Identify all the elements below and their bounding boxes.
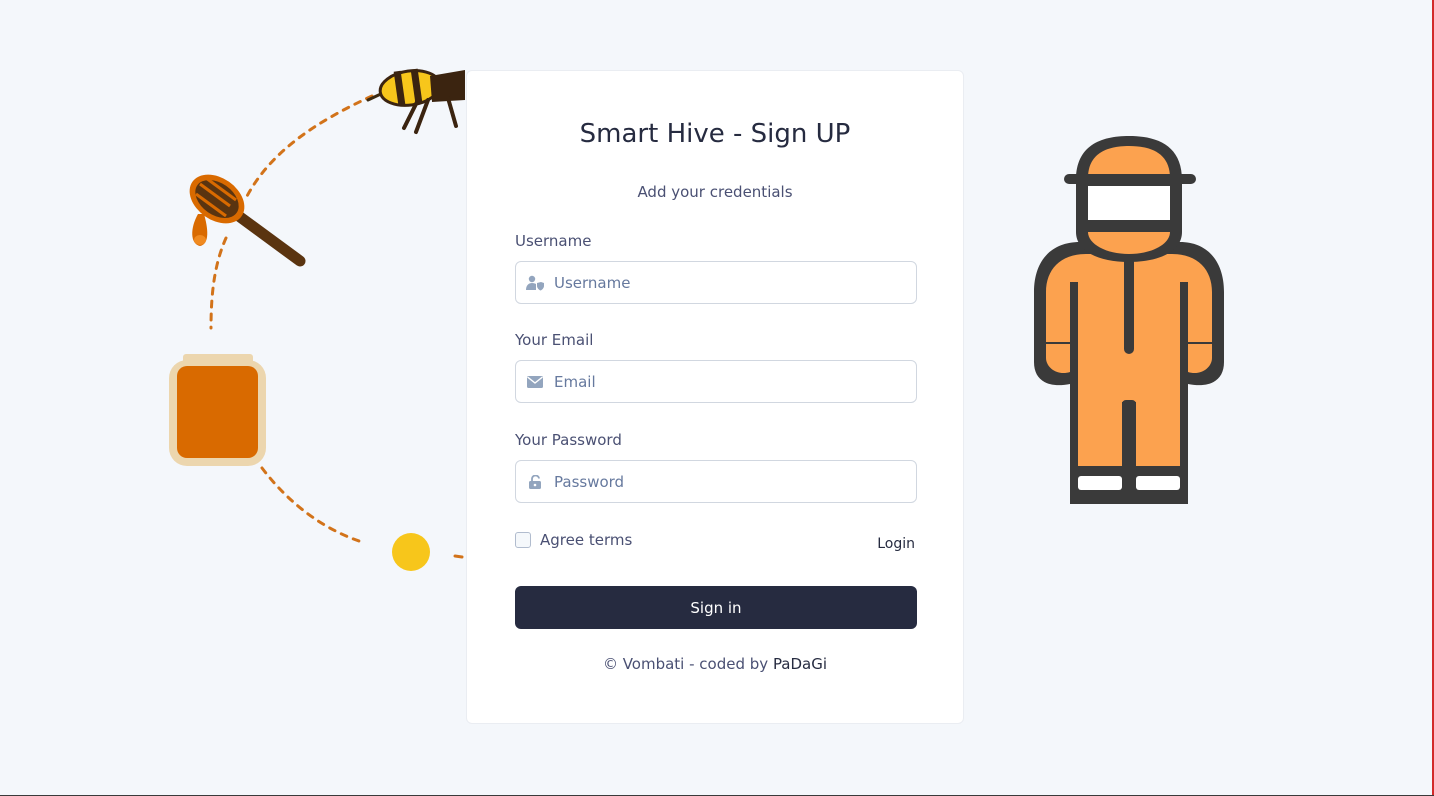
email-label: Your Email (515, 331, 594, 349)
honey-jar-icon (169, 354, 266, 466)
signup-card: Smart Hive - Sign UP Add your credential… (466, 70, 964, 724)
login-link[interactable]: Login (877, 536, 915, 552)
page-subtitle: Add your credentials (637, 183, 793, 201)
email-input[interactable] (554, 361, 916, 402)
agree-terms-label[interactable]: Agree terms (540, 531, 632, 549)
email-field[interactable] (515, 360, 917, 403)
username-label: Username (515, 232, 592, 250)
footer-author-link[interactable]: PaDaGi (773, 655, 827, 673)
envelope-icon (516, 375, 554, 388)
password-label: Your Password (515, 431, 622, 449)
beekeeper-icon (1034, 136, 1224, 504)
page-title: Smart Hive - Sign UP (579, 119, 851, 149)
user-shield-icon (516, 275, 554, 291)
agree-terms-row: Agree terms (515, 531, 632, 549)
username-input[interactable] (554, 262, 916, 303)
footer-credit: © Vombati - coded by PaDaGi (467, 655, 963, 673)
password-input[interactable] (554, 461, 916, 502)
password-field[interactable] (515, 460, 917, 503)
pollen-dot (392, 533, 430, 571)
unlock-icon (516, 474, 554, 489)
username-field[interactable] (515, 261, 917, 304)
bee-icon (366, 68, 465, 134)
sign-in-button[interactable]: Sign in (515, 586, 917, 629)
footer-copyright: © Vombati - coded by (602, 655, 773, 673)
agree-terms-checkbox[interactable] (515, 532, 531, 548)
honey-illustration (169, 68, 465, 571)
honey-dipper-icon (189, 174, 306, 267)
